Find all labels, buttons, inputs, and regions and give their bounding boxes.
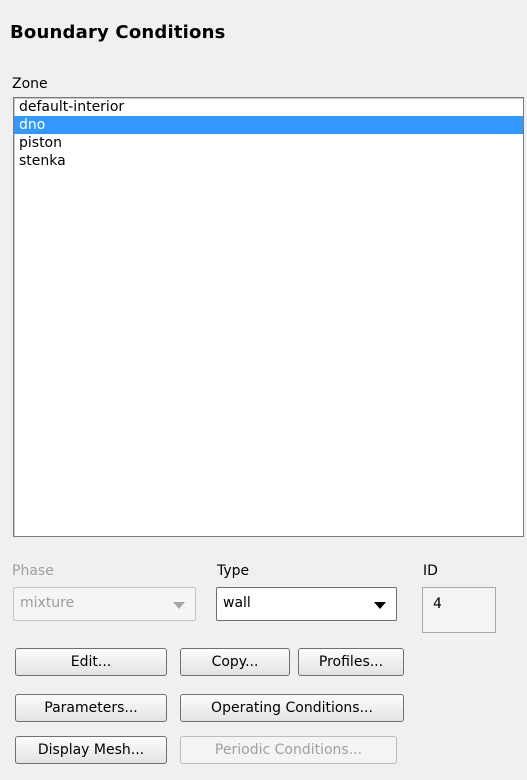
id-field: 4 <box>422 587 496 633</box>
parameters-button[interactable]: Parameters... <box>15 694 167 722</box>
copy-button[interactable]: Copy... <box>180 648 290 676</box>
id-label: ID <box>423 563 438 579</box>
zone-item-piston[interactable]: piston <box>14 134 523 152</box>
zone-item-default-interior[interactable]: default-interior <box>14 98 523 116</box>
operating-conditions-button[interactable]: Operating Conditions... <box>180 694 404 722</box>
periodic-conditions-button: Periodic Conditions... <box>180 736 397 764</box>
display-mesh-button[interactable]: Display Mesh... <box>15 736 167 764</box>
zone-label: Zone <box>12 76 48 92</box>
zone-item-dno[interactable]: dno <box>14 116 523 134</box>
chevron-down-icon <box>173 602 185 609</box>
edit-button[interactable]: Edit... <box>15 648 167 676</box>
type-dropdown[interactable]: wall <box>216 587 397 621</box>
phase-dropdown: mixture <box>13 587 196 621</box>
type-value: wall <box>223 595 251 611</box>
zone-item-stenka[interactable]: stenka <box>14 152 523 170</box>
profiles-button[interactable]: Profiles... <box>298 648 404 676</box>
id-value: 4 <box>433 596 442 612</box>
phase-value: mixture <box>20 595 75 611</box>
chevron-down-icon[interactable] <box>374 602 386 609</box>
zone-list[interactable]: default-interior dno piston stenka <box>13 97 524 537</box>
panel-title: Boundary Conditions <box>10 22 226 43</box>
phase-label: Phase <box>12 563 54 579</box>
type-label: Type <box>217 563 250 579</box>
